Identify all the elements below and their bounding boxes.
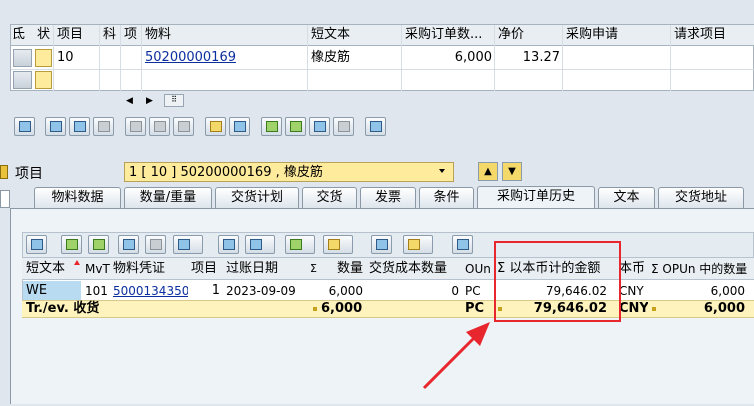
- total-bullet: [313, 307, 317, 311]
- col-header-status[interactable]: 状: [34, 25, 53, 45]
- settings-button[interactable]: [365, 117, 386, 136]
- col-header-requisition[interactable]: 采购申请: [563, 25, 671, 45]
- col-header-short-text[interactable]: 短文本: [308, 25, 402, 45]
- col-header-cfg[interactable]: 氐: [11, 25, 33, 45]
- details-button[interactable]: [26, 235, 47, 254]
- tab-quantity-weight[interactable]: 数量/重量: [124, 187, 212, 208]
- scroll-right-icon[interactable]: ▶: [146, 95, 156, 107]
- sort-descending-button[interactable]: [285, 117, 306, 136]
- grid-line: [670, 25, 671, 92]
- col-header-po-qty[interactable]: 采购订单数...: [402, 25, 495, 45]
- filter-menu-button[interactable]: [173, 235, 203, 254]
- find-button[interactable]: [118, 235, 139, 254]
- hrow-short-text[interactable]: WE: [23, 281, 81, 301]
- col-header-cat[interactable]: 项: [121, 25, 141, 45]
- lock-button[interactable]: [149, 117, 170, 136]
- item-section-icon[interactable]: [0, 165, 8, 179]
- refresh-button[interactable]: [452, 235, 473, 254]
- tab-material-data[interactable]: 物料数据: [34, 187, 121, 208]
- tab-delivery-schedule[interactable]: 交货计划: [215, 187, 299, 208]
- tab-delivery[interactable]: 交货: [302, 187, 357, 208]
- tab-invoice[interactable]: 发票: [360, 187, 416, 208]
- hrow-quantity[interactable]: 6,000: [307, 281, 366, 301]
- hcol-short-text[interactable]: 短文本: [23, 259, 81, 279]
- hcol-posting-date[interactable]: 过账日期: [223, 259, 307, 279]
- views-button[interactable]: [245, 235, 275, 254]
- filter-off-button[interactable]: [333, 117, 354, 136]
- chevron-down-icon[interactable]: [439, 169, 445, 173]
- col-header-req-item[interactable]: 请求项目: [671, 25, 754, 45]
- grid-line: [120, 25, 121, 92]
- info-button[interactable]: [371, 235, 392, 254]
- sort-asc-button[interactable]: [61, 235, 82, 254]
- print-button[interactable]: [218, 235, 239, 254]
- tab-texts[interactable]: 文本: [598, 187, 655, 208]
- grid-line: [11, 69, 754, 70]
- annotation-arrow: [422, 322, 490, 390]
- select-layout-button[interactable]: [403, 235, 433, 254]
- select-block-button[interactable]: [69, 117, 90, 136]
- hrow-oun[interactable]: PC: [462, 281, 494, 301]
- total-quantity: 6,000: [321, 301, 362, 316]
- col-header-material[interactable]: 物料: [142, 25, 308, 45]
- hcol-quantity[interactable]: 数量: [323, 259, 366, 279]
- row-selector[interactable]: [13, 49, 32, 67]
- find-next-button[interactable]: [145, 235, 166, 254]
- tab-strip-edge: [0, 190, 10, 208]
- col-header-item[interactable]: 项目: [54, 25, 98, 45]
- copy-button[interactable]: [205, 117, 226, 136]
- row-material-link[interactable]: 50200000169: [142, 48, 308, 68]
- col-header-net-price[interactable]: 净价: [495, 25, 563, 45]
- hrow-opun-qty[interactable]: 6,000: [648, 281, 748, 301]
- total-label: Tr./ev. 收货: [26, 301, 100, 316]
- status-box[interactable]: [35, 71, 52, 89]
- item-table: 氐 状 项目 科 项 物料 短文本 采购订单数... 净价 采购申请 请求项目 …: [10, 24, 754, 92]
- delete-button[interactable]: [125, 117, 146, 136]
- row-item[interactable]: 10: [54, 48, 98, 68]
- col-header-account[interactable]: 科: [100, 25, 120, 45]
- hcol-delivery-cost-qty[interactable]: 交货成本数量: [366, 259, 462, 279]
- scroll-left-icon[interactable]: ◀: [126, 95, 136, 107]
- hrow-mvt[interactable]: 101: [82, 281, 110, 301]
- highlight-box: [494, 241, 621, 322]
- item-dropdown[interactable]: 1 [ 10 ] 50200000169 , 橡皮筋: [124, 162, 454, 182]
- total-bullet: [652, 307, 656, 311]
- hrow-delivery-cost-qty[interactable]: 0: [366, 281, 462, 301]
- item-next-button[interactable]: ▼: [502, 162, 522, 181]
- scroll-thumb[interactable]: ⠿: [164, 94, 184, 107]
- row-quantity[interactable]: 6,000: [402, 48, 495, 68]
- row-short-text[interactable]: 橡皮筋: [308, 48, 402, 68]
- item-details-button[interactable]: [14, 117, 35, 136]
- layout-button[interactable]: [323, 235, 353, 254]
- hcol-item[interactable]: 项目: [188, 259, 223, 279]
- hcol-oun[interactable]: OUn: [462, 259, 494, 279]
- hcol-sigma: Σ: [310, 262, 317, 275]
- total-opun-qty: 6,000: [703, 301, 745, 316]
- export-button[interactable]: [285, 235, 315, 254]
- filter-button[interactable]: [309, 117, 330, 136]
- status-box[interactable]: [35, 49, 52, 67]
- insert-button[interactable]: [229, 117, 250, 136]
- tab-conditions[interactable]: 条件: [419, 187, 474, 208]
- item-dropdown-value: 1 [ 10 ] 50200000169 , 橡皮筋: [129, 165, 323, 180]
- hrow-material-doc-link[interactable]: 5000134350: [110, 281, 188, 301]
- sort-ascending-button[interactable]: [261, 117, 282, 136]
- hrow-posting-date[interactable]: 2023-09-09: [223, 281, 307, 301]
- row-selector[interactable]: [13, 71, 32, 89]
- hcol-mvt[interactable]: MvT: [82, 259, 110, 279]
- hcol-material-doc[interactable]: 物料凭证: [110, 259, 188, 279]
- deselect-button[interactable]: [93, 117, 114, 136]
- select-all-button[interactable]: [45, 117, 66, 136]
- tab-delivery-address[interactable]: 交货地址: [658, 187, 744, 208]
- hcol-opun-qty[interactable]: Σ OPUn 中的数量: [648, 259, 754, 279]
- unlock-button[interactable]: [173, 117, 194, 136]
- hrow-item[interactable]: 1: [188, 281, 223, 301]
- sort-indicator-icon: [74, 260, 80, 265]
- item-label: 项目: [15, 166, 43, 182]
- sort-desc-button[interactable]: [88, 235, 109, 254]
- row-net-price[interactable]: 13.27: [495, 48, 563, 68]
- item-prev-button[interactable]: ▲: [478, 162, 498, 181]
- grid-line: [99, 25, 100, 92]
- tab-po-history[interactable]: 采购订单历史: [477, 186, 595, 209]
